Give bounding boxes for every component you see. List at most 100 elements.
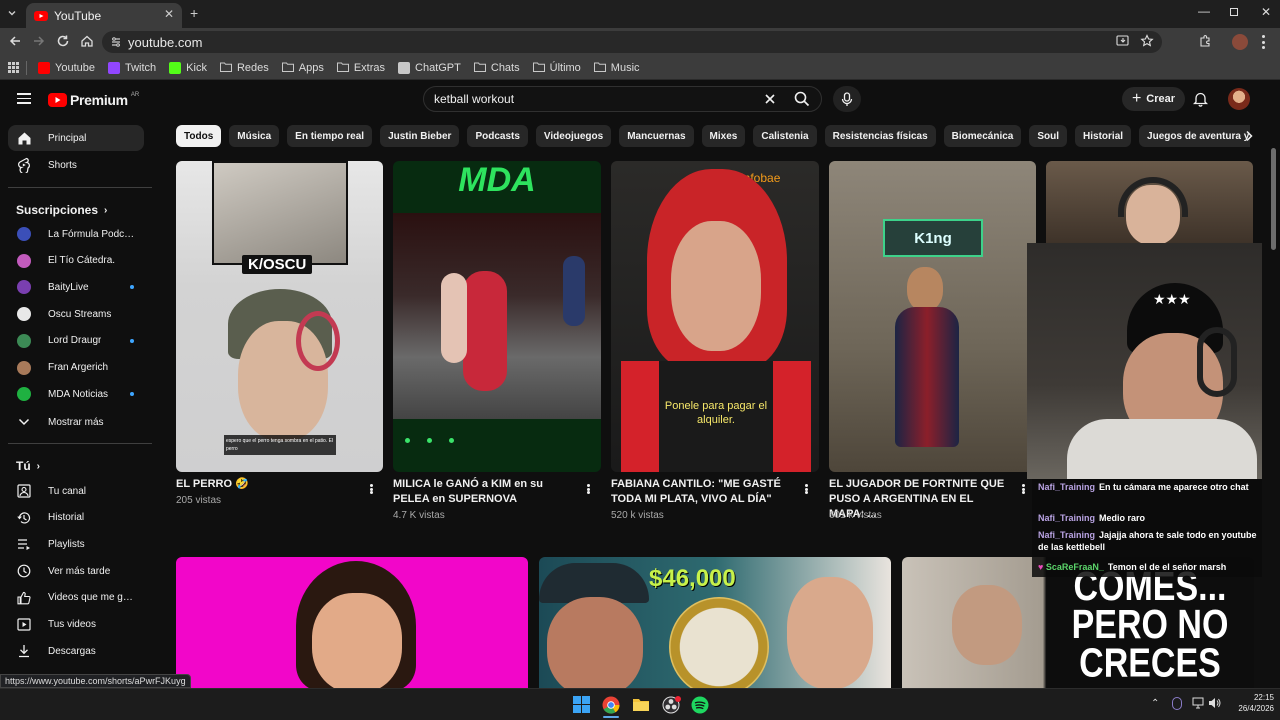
show-more-button[interactable]: Mostrar más xyxy=(8,409,144,435)
tab-list-chevron-icon[interactable] xyxy=(6,7,18,19)
new-tab-icon[interactable]: + xyxy=(190,5,198,21)
video-thumbnail[interactable]: MDA xyxy=(393,161,601,472)
site-info-icon[interactable] xyxy=(110,36,122,48)
bookmark-label: Extras xyxy=(353,61,386,74)
tab-close-icon[interactable]: ✕ xyxy=(164,7,174,21)
browser-profile-avatar[interactable] xyxy=(1232,34,1248,50)
network-icon[interactable] xyxy=(1192,697,1204,709)
sidebar-item-subscription[interactable]: Fran Argerich xyxy=(8,355,144,381)
forward-icon[interactable] xyxy=(32,34,48,50)
browser-tab-youtube[interactable]: YouTube ✕ xyxy=(26,3,182,28)
file-explorer-icon[interactable] xyxy=(632,696,650,714)
install-app-icon[interactable] xyxy=(1116,35,1130,48)
tray-overflow-icon[interactable]: ⌃ xyxy=(1151,698,1159,709)
taskbar-clock[interactable]: 22:15 26/4/2026 xyxy=(1222,692,1274,714)
home-browser-icon[interactable] xyxy=(80,34,96,50)
bookmark-item[interactable]: Último xyxy=(532,62,581,74)
bookmark-star-icon[interactable] xyxy=(1140,34,1154,48)
clear-search-icon[interactable] xyxy=(763,92,777,106)
filter-chip[interactable]: Todos xyxy=(176,125,222,147)
bookmark-item[interactable]: Youtube xyxy=(38,61,95,74)
filter-chip[interactable]: Juegos de aventura y acción xyxy=(1139,125,1250,147)
video-title[interactable]: FABIANA CANTILO: "ME GASTÉ TODA MI PLATA… xyxy=(611,477,793,507)
you-heading[interactable]: Tú › xyxy=(16,459,40,473)
sidebar-item-history[interactable]: Historial xyxy=(8,505,144,531)
bookmarks-divider xyxy=(26,61,27,75)
sidebar-item-playlist[interactable]: Playlists xyxy=(8,531,144,557)
chrome-taskbar-icon[interactable] xyxy=(602,696,620,714)
sidebar-item-shorts[interactable]: Shorts xyxy=(8,152,144,178)
sidebar-item-clock[interactable]: Ver más tarde xyxy=(8,558,144,584)
video-title[interactable]: EL PERRO 🤣 xyxy=(176,477,356,492)
bookmark-item[interactable]: Music xyxy=(593,62,640,74)
filter-chip[interactable]: Videojuegos xyxy=(535,125,612,147)
apps-grid-icon[interactable] xyxy=(8,62,19,73)
bookmark-item[interactable]: ChatGPT xyxy=(398,61,461,74)
video-thumbnail[interactable]: $46,000 xyxy=(539,557,891,688)
filter-chip[interactable]: En tiempo real xyxy=(287,125,373,147)
sidebar-item-download[interactable]: Descargas xyxy=(8,638,144,664)
hamburger-menu-icon[interactable] xyxy=(17,93,31,104)
sidebar-item-like[interactable]: Videos que me gus... xyxy=(8,585,144,611)
sidebar-item-subscription[interactable]: La Fórmula Podcas... xyxy=(8,221,144,247)
browser-menu-icon[interactable] xyxy=(1262,35,1266,49)
chips-next-arrow-icon[interactable] xyxy=(1244,130,1254,142)
bookmark-item[interactable]: Kick xyxy=(169,61,207,74)
window-close-icon[interactable]: ✕ xyxy=(1261,5,1271,19)
address-text: youtube.com xyxy=(128,34,203,50)
filter-chip[interactable]: Música xyxy=(229,125,280,147)
sidebar-item-label: Videos que me gus... xyxy=(48,592,136,604)
video-title[interactable]: MILICA le GANÓ a KIM en su PELEA en SUPE… xyxy=(393,477,575,507)
bookmark-item[interactable]: Extras xyxy=(336,61,386,74)
spotify-taskbar-icon[interactable] xyxy=(691,696,709,714)
sidebar-item-channel[interactable]: Tu canal xyxy=(8,478,144,504)
video-thumbnail[interactable]: K1ng xyxy=(829,161,1036,472)
video-menu-icon[interactable] xyxy=(800,482,812,496)
filter-chip[interactable]: Historial xyxy=(1075,125,1132,147)
back-icon[interactable] xyxy=(8,34,24,50)
sidebar-item-label: Tu canal xyxy=(48,485,86,497)
video-thumbnail[interactable] xyxy=(176,557,528,688)
sidebar-item-principal[interactable]: Principal xyxy=(8,125,144,151)
sidebar-item-subscription[interactable]: Lord Draugr xyxy=(8,328,144,354)
sidebar-item-subscription[interactable]: El Tío Cátedra. xyxy=(8,248,144,274)
video-thumbnail[interactable]: infobae Ponele para pagar el alquiler. xyxy=(611,161,819,472)
sidebar-item-subscription[interactable]: Oscu Streams xyxy=(8,301,144,327)
windows-start-icon[interactable] xyxy=(573,696,591,714)
account-avatar[interactable] xyxy=(1228,88,1250,110)
address-bar[interactable]: youtube.com xyxy=(102,31,1162,53)
filter-chip[interactable]: Resistencias físicas xyxy=(824,125,936,147)
video-thumbnail[interactable]: K/OSCU espero que el perro tenga sombra … xyxy=(176,161,383,472)
filter-chip[interactable]: Biomecánica xyxy=(943,125,1022,147)
filter-chip[interactable]: Mancuernas xyxy=(619,125,694,147)
volume-icon[interactable] xyxy=(1208,697,1221,709)
reload-icon[interactable] xyxy=(56,34,72,50)
tray-app-icon[interactable] xyxy=(1172,697,1182,710)
minimize-icon[interactable]: — xyxy=(1198,4,1210,18)
sidebar-item-video[interactable]: Tus videos xyxy=(8,612,144,638)
notifications-bell-icon[interactable] xyxy=(1193,91,1208,107)
voice-search-button[interactable] xyxy=(833,86,861,112)
sidebar-item-subscription[interactable]: MDA Noticias xyxy=(8,381,144,407)
video-menu-icon[interactable] xyxy=(582,482,594,496)
create-button[interactable]: + Crear xyxy=(1122,87,1185,111)
page-scrollbar-thumb[interactable] xyxy=(1271,148,1276,250)
sidebar-item-subscription[interactable]: BaityLive xyxy=(8,274,144,300)
filter-chip[interactable]: Justin Bieber xyxy=(380,125,460,147)
video-menu-icon[interactable] xyxy=(365,482,377,496)
filter-chip[interactable]: Mixes xyxy=(701,125,746,147)
video-menu-icon[interactable] xyxy=(1017,482,1029,496)
filter-chip[interactable]: Calistenia xyxy=(753,125,817,147)
filter-chip[interactable]: Soul xyxy=(1029,125,1068,147)
search-button-icon[interactable] xyxy=(794,91,810,107)
bookmark-item[interactable]: Redes xyxy=(219,62,269,74)
bookmark-item[interactable]: Chats xyxy=(473,62,520,74)
youtube-premium-logo[interactable]: Premium AR xyxy=(48,92,139,108)
restore-icon[interactable] xyxy=(1230,8,1238,16)
bookmark-item[interactable]: Twitch xyxy=(107,61,156,74)
filter-chip[interactable]: Podcasts xyxy=(467,125,528,147)
bookmark-item[interactable]: Apps xyxy=(281,62,324,74)
video-thumbnail[interactable] xyxy=(1046,161,1253,251)
extensions-icon[interactable] xyxy=(1198,34,1214,50)
subscriptions-heading[interactable]: Suscripciones › xyxy=(16,203,107,217)
